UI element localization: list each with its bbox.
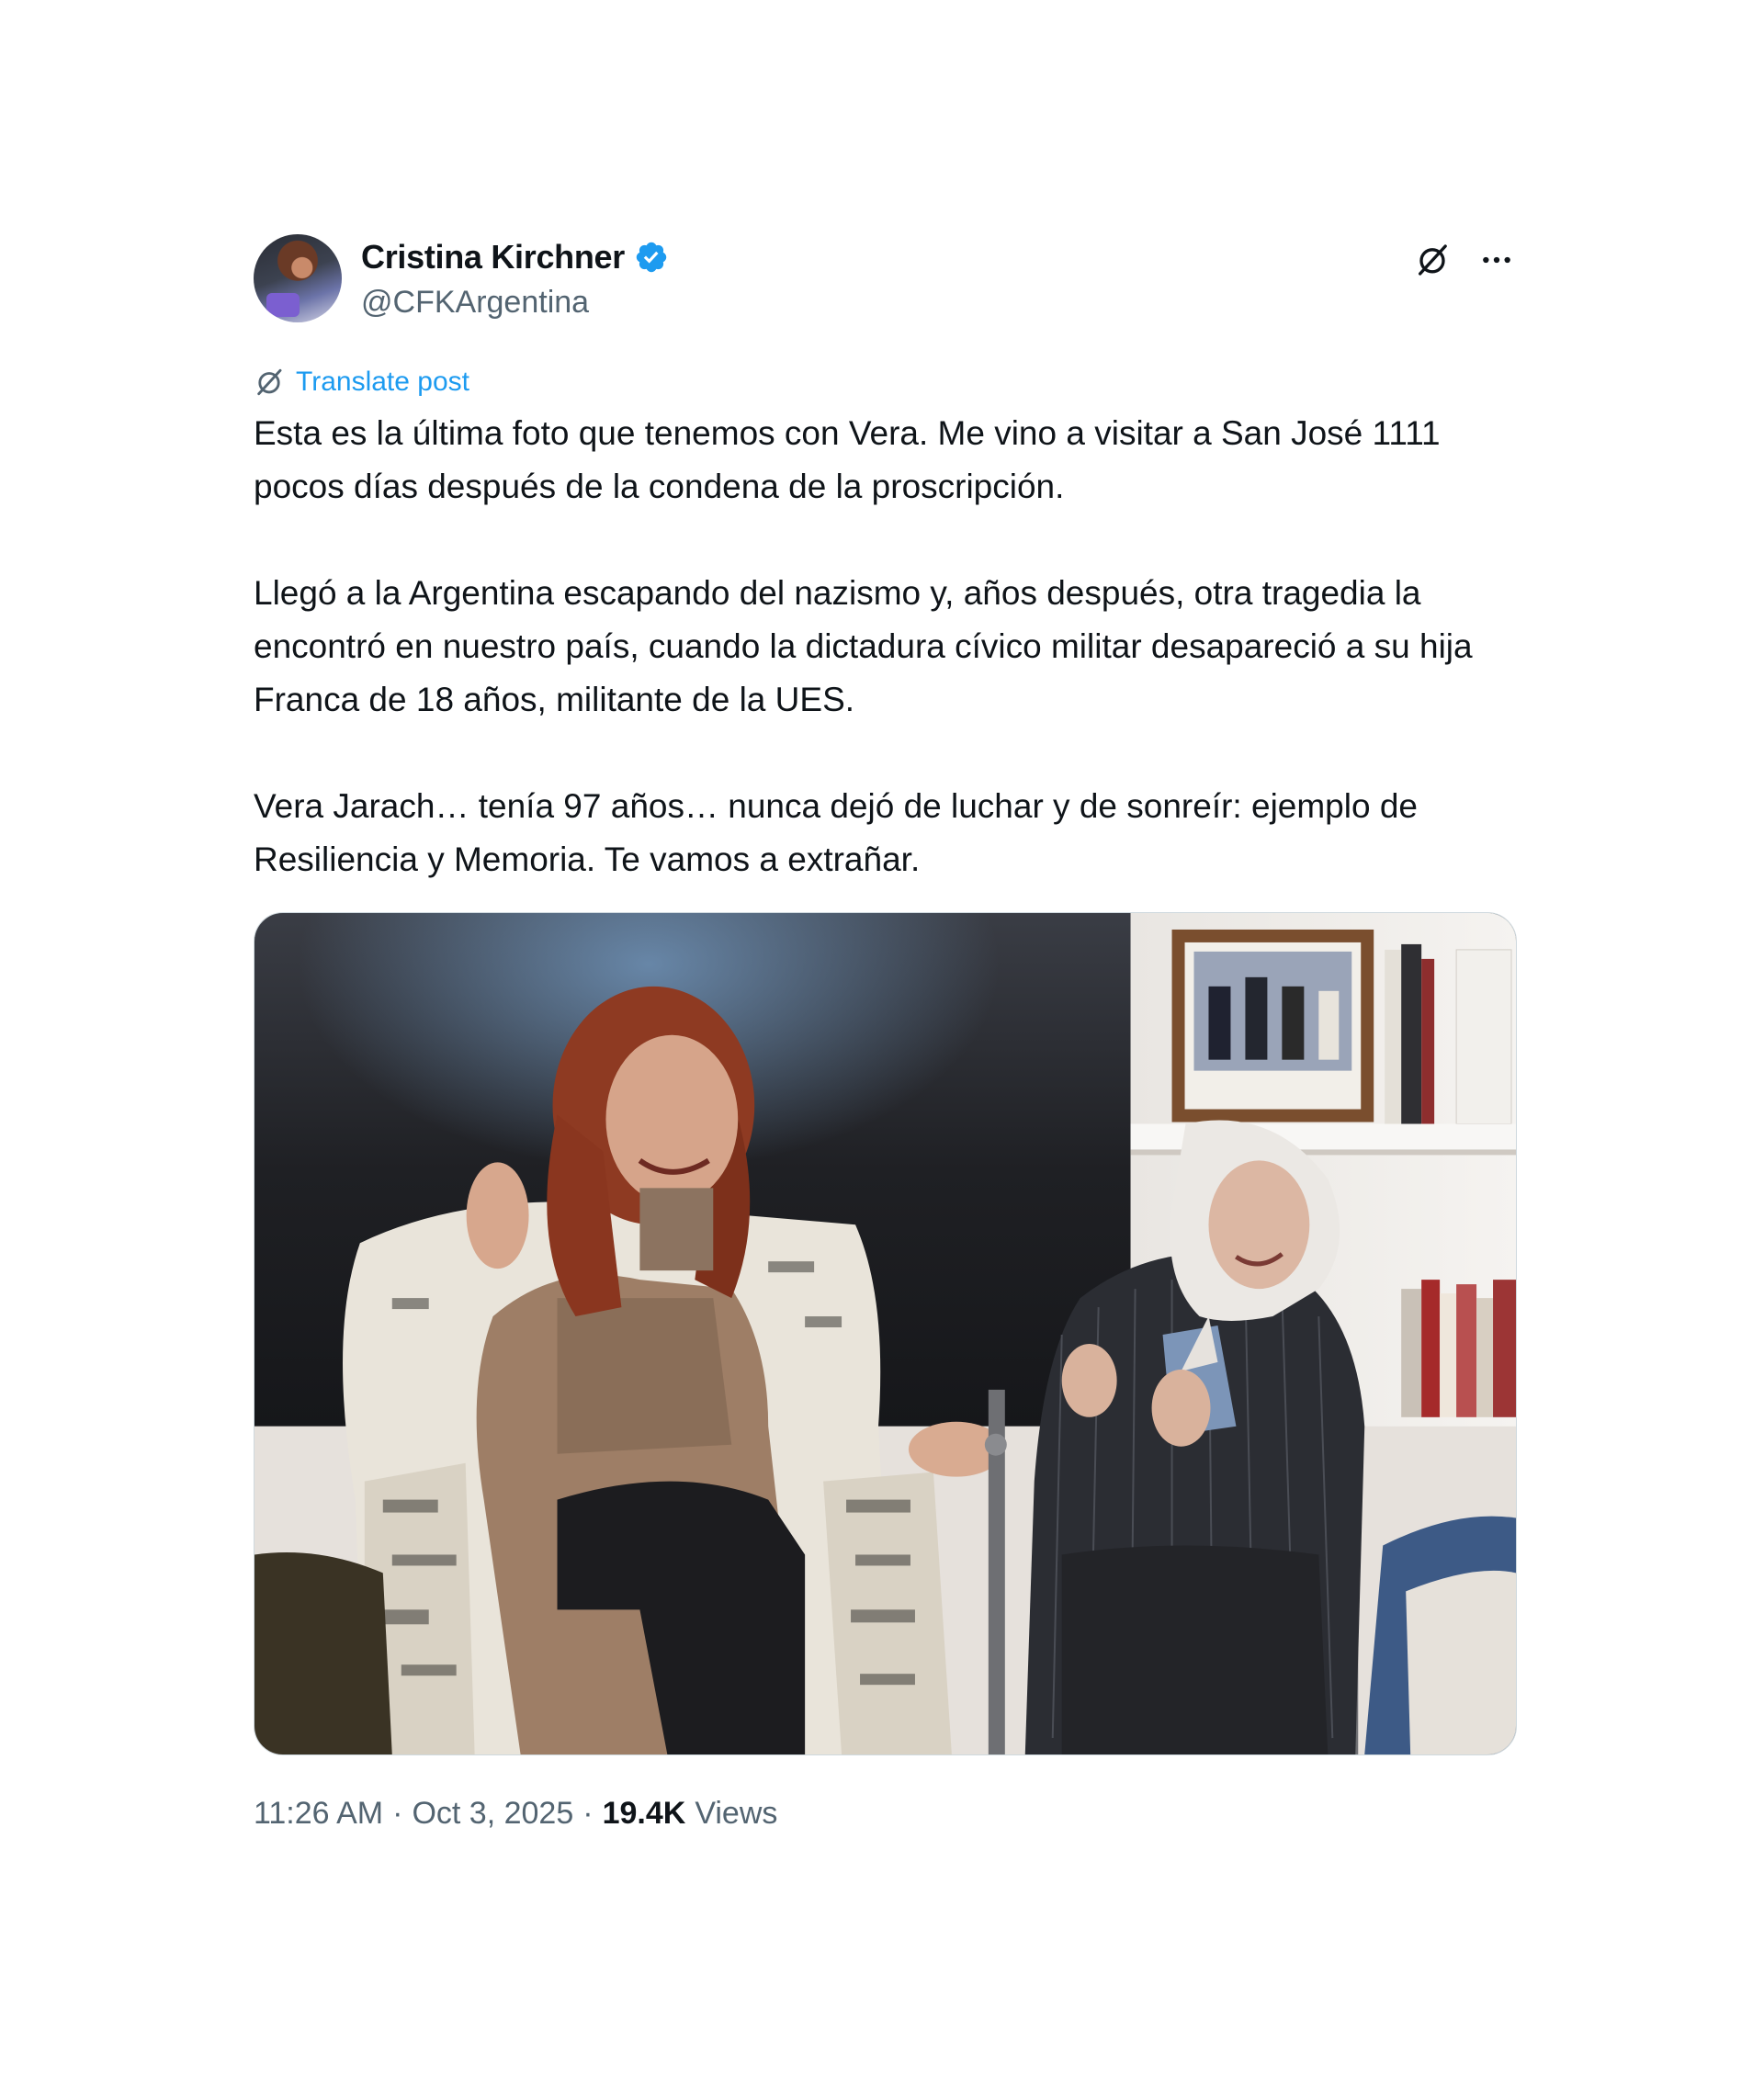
tweet-paragraph-2: Llegó a la Argentina escapando del nazis… (254, 574, 1473, 718)
views-count: 19.4K (602, 1796, 686, 1831)
meta-separator: · (582, 1796, 594, 1831)
translate-post-link[interactable]: Translate post (254, 367, 1517, 398)
author-name-row: Cristina Kirchner (361, 238, 669, 276)
tweet-body: Esta es la última foto que tenemos con V… (254, 407, 1517, 886)
header-actions (1412, 240, 1517, 280)
translate-icon (257, 368, 282, 396)
tweet-header: Cristina Kirchner @CFKArgentina (254, 234, 1517, 326)
views-label: Views (695, 1796, 778, 1831)
translate-post-label: Translate post (296, 367, 469, 397)
verified-badge-icon (636, 242, 667, 273)
author-display-name[interactable]: Cristina Kirchner (361, 238, 625, 276)
tweet-date[interactable]: Oct 3, 2025 (412, 1796, 573, 1832)
tweet-time[interactable]: 11:26 AM (254, 1796, 383, 1832)
grok-icon[interactable] (1412, 240, 1453, 280)
more-options-icon[interactable] (1476, 240, 1517, 280)
tweet: Cristina Kirchner @CFKArgentina Translat… (254, 234, 1517, 1832)
photo-illustration (254, 913, 1516, 1754)
avatar[interactable] (254, 234, 342, 322)
tweet-photo[interactable] (254, 912, 1517, 1755)
tweet-paragraph-3: Vera Jarach… tenía 97 años… nunca dejó d… (254, 787, 1418, 878)
tweet-meta: 11:26 AM · Oct 3, 2025 · 19.4K Views (254, 1796, 1517, 1832)
meta-separator: · (392, 1796, 403, 1831)
tweet-paragraph-1: Esta es la última foto que tenemos con V… (254, 414, 1441, 505)
author-handle[interactable]: @CFKArgentina (361, 285, 589, 321)
